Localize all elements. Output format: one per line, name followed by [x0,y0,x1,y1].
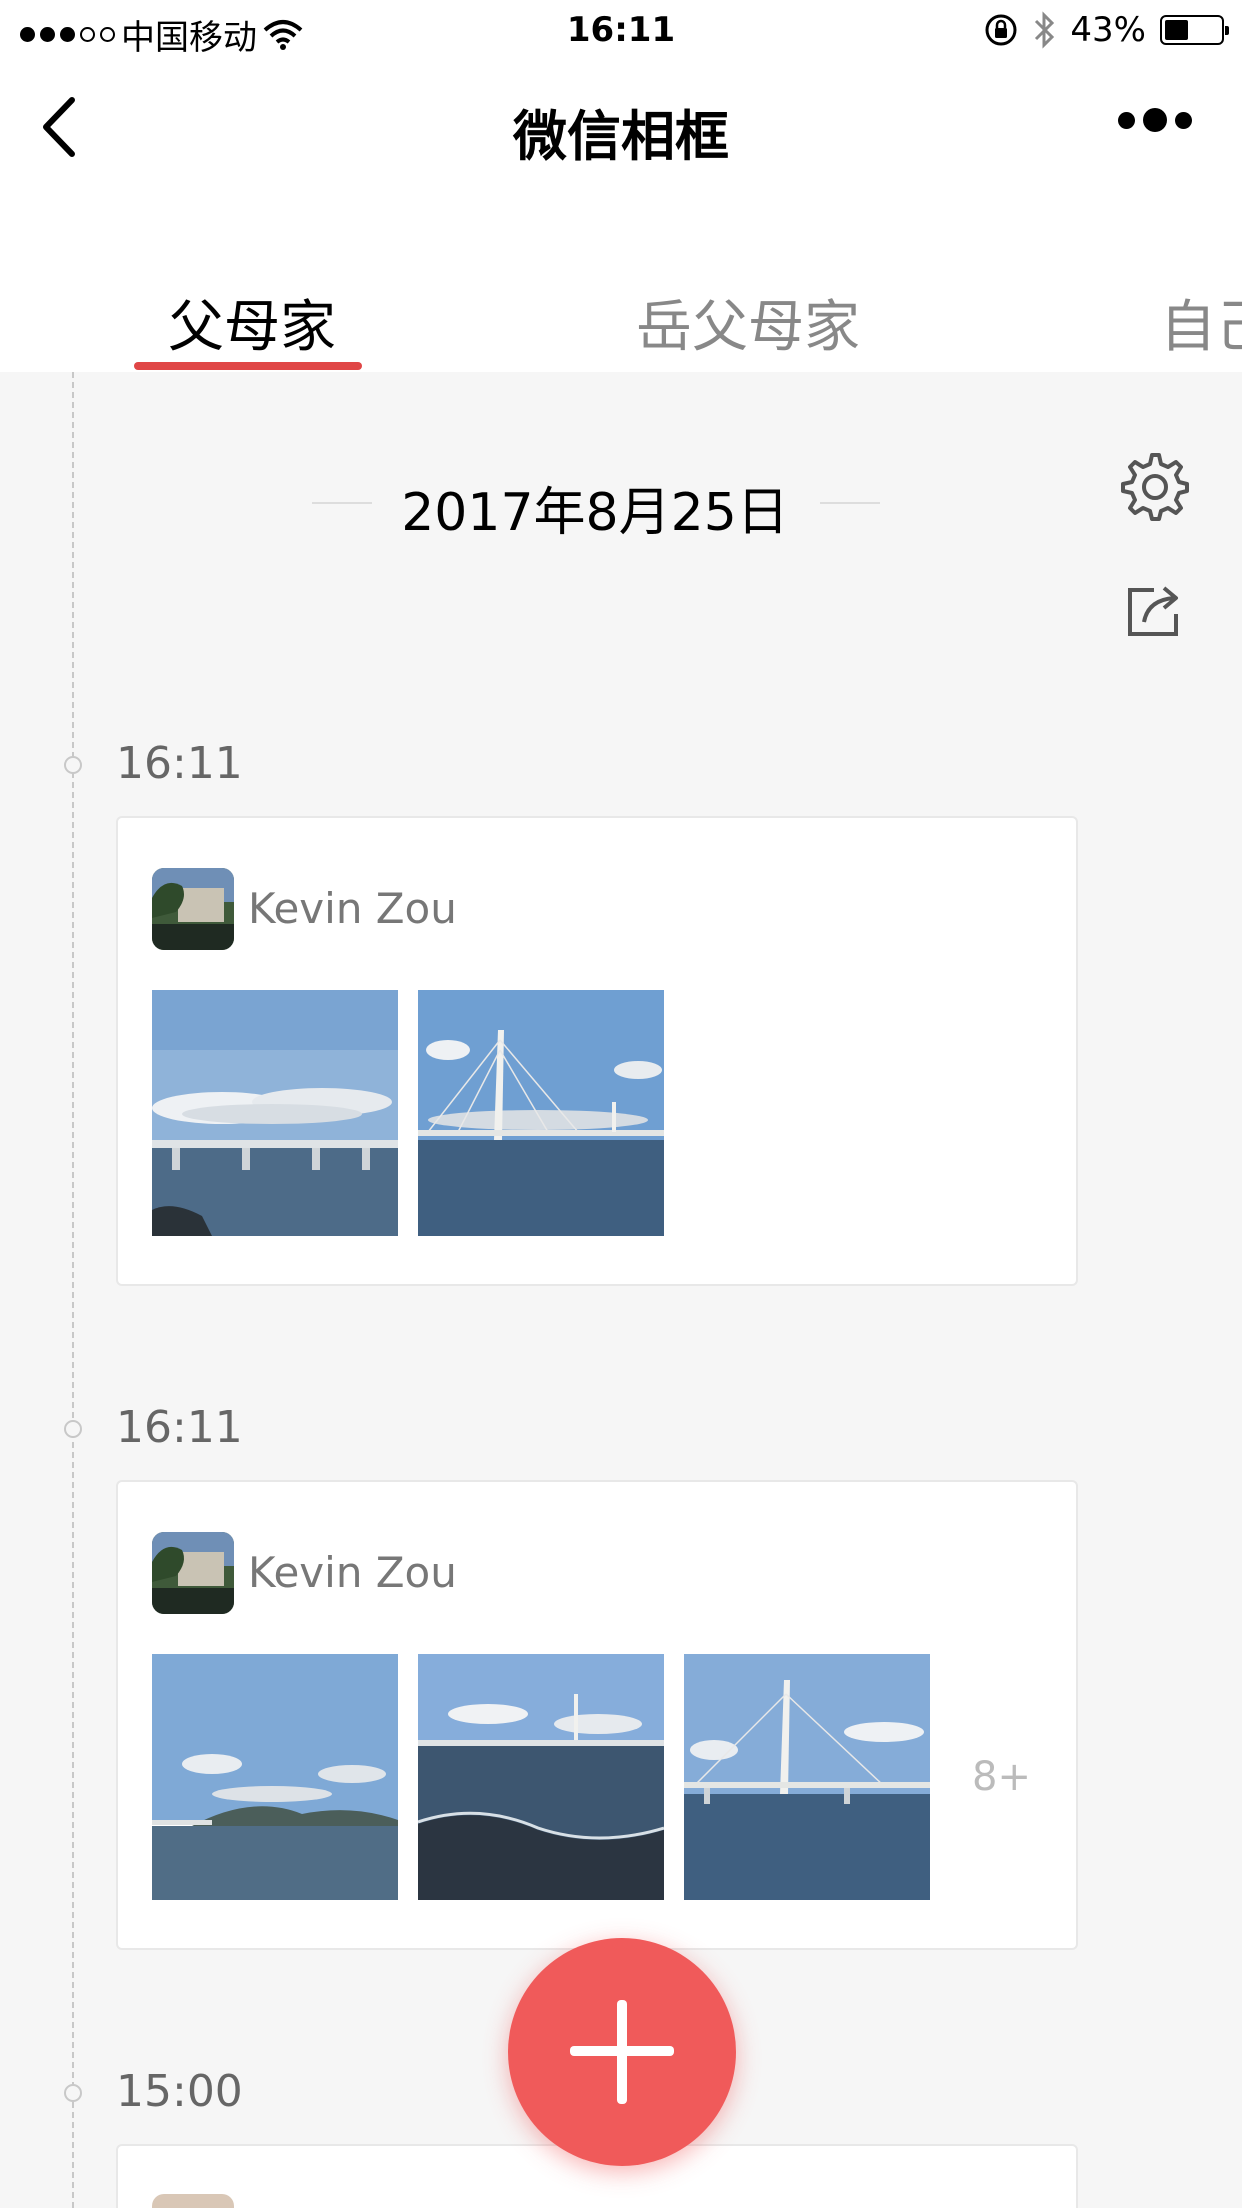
share-button[interactable] [1124,580,1186,644]
photo-thumbnail[interactable] [684,1654,930,1900]
more-photos-count[interactable]: 8+ [972,1754,1031,1800]
battery-icon [1160,15,1229,45]
timeline-dot [64,1420,82,1438]
bluetooth-icon [1035,11,1055,49]
timeline-dot [64,756,82,774]
post-card[interactable]: Kevin Zou [116,816,1078,1286]
more-dots-icon-center [1143,108,1167,132]
photo-thumbnail[interactable] [418,990,664,1236]
more-button[interactable] [1118,108,1192,132]
waves-bridge-photo [418,1654,664,1900]
avatar[interactable] [152,2194,234,2208]
sea-mountains-photo [152,1654,398,1900]
settings-gear-icon [1121,453,1189,521]
settings-button[interactable] [1118,450,1192,528]
avatar-image [152,1532,234,1614]
orientation-lock-icon [985,14,1017,46]
post-time: 16:11 [116,1402,243,1453]
tab-bar: 父母家 岳父母家 自己 [0,192,1242,372]
cable-stayed-bridge-photo [418,990,664,1236]
add-post-button[interactable] [508,1938,736,2166]
status-right: 43% [984,10,1229,50]
battery-percent: 43% [1070,10,1146,50]
battery-level [1165,20,1188,40]
photo-thumbnail[interactable] [152,1654,398,1900]
share-icon [1128,586,1178,636]
author-name: Kevin Zou [248,1548,457,1597]
avatar-image [152,868,234,950]
photo-thumbnail[interactable] [418,1654,664,1900]
photo-thumbnail[interactable] [152,990,398,1236]
tab-own-home[interactable]: 自己 [1160,282,1242,363]
date-divider-right [820,502,880,504]
avatar[interactable] [152,1532,234,1614]
post-time: 16:11 [116,738,243,789]
active-tab-indicator [134,362,362,370]
bridge-clouds-photo [152,990,398,1236]
bridge-tower-photo [684,1654,930,1900]
timeline-line [72,372,74,2208]
timeline-dot [64,2084,82,2102]
post-time: 15:00 [116,2066,243,2117]
more-dots-icon-right [1175,111,1192,129]
tab-parents-home[interactable]: 父母家 [168,282,336,363]
avatar[interactable] [152,868,234,950]
nav-bar: 微信相框 [0,62,1242,192]
more-dots-icon [1118,111,1135,129]
author-name: Kevin Zou [248,884,457,933]
post-card[interactable]: Kevin Zou [116,1480,1078,1950]
status-bar: 中国移动 16:11 43% [0,0,1242,62]
date-header: 2017年8月25日 [401,483,789,543]
page-title: 微信相框 [513,105,729,168]
tab-in-laws-home[interactable]: 岳父母家 [636,282,860,363]
